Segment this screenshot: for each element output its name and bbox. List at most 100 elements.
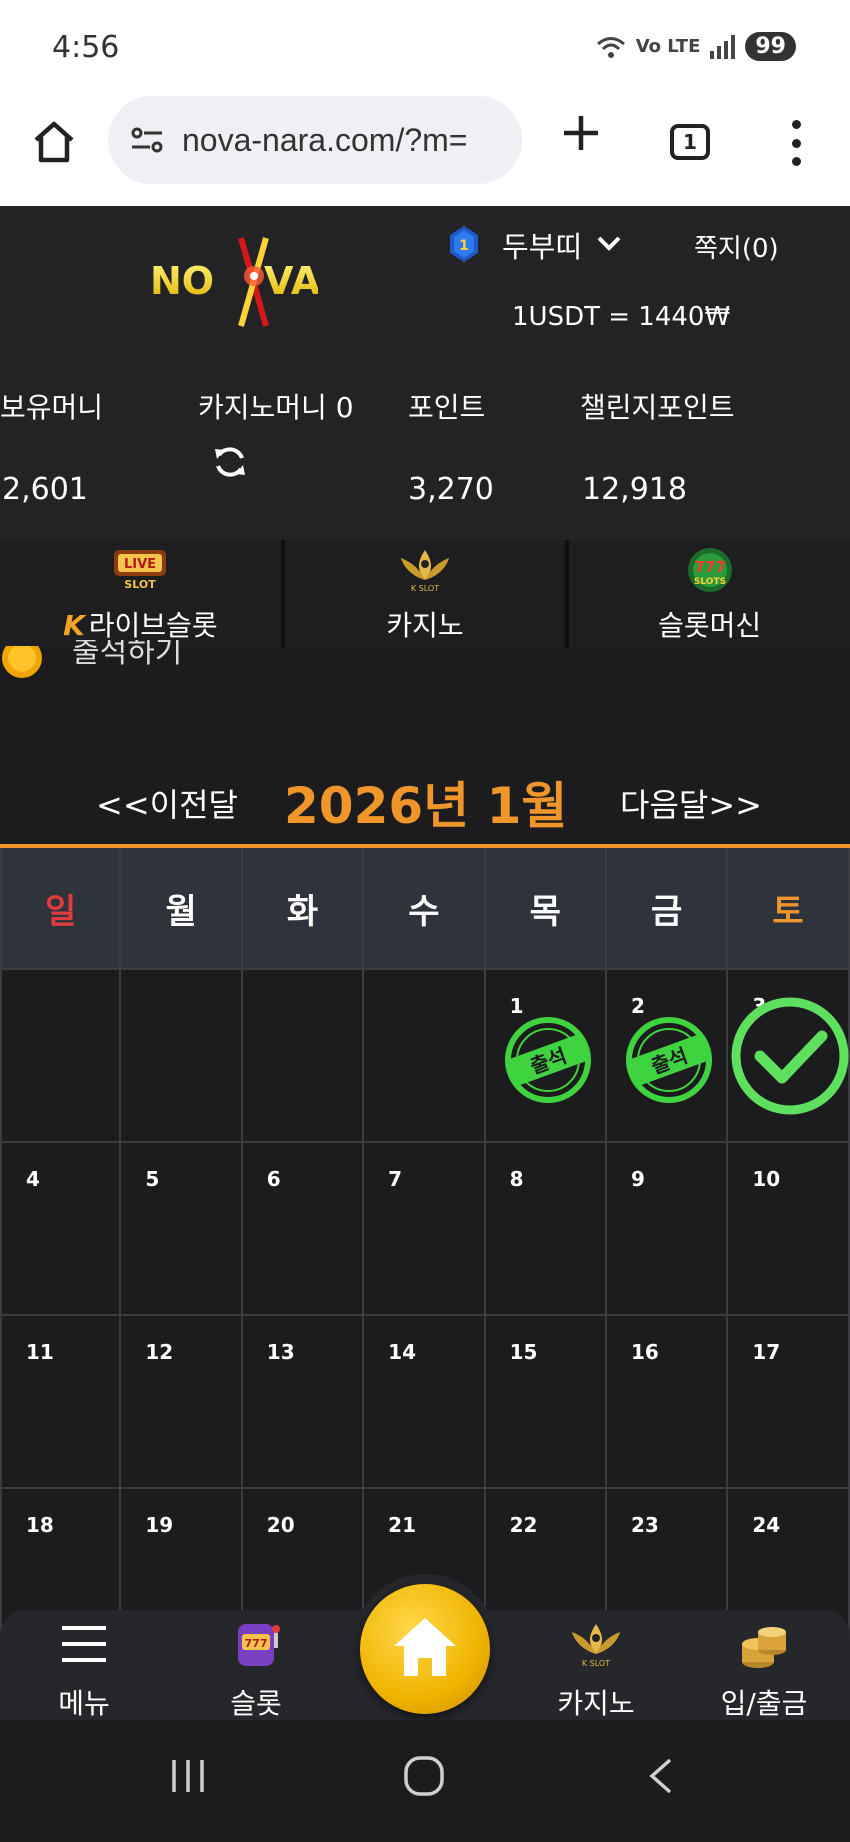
next-month-button[interactable]: 다음달>> — [620, 780, 762, 826]
svg-text:K SLOT: K SLOT — [582, 1659, 610, 1668]
weekday-label: 월 — [121, 848, 243, 970]
casino-money-label: 카지노머니 0 — [198, 391, 354, 424]
svg-text:VA: VA — [264, 259, 318, 303]
new-tab-icon[interactable] — [558, 110, 604, 156]
svg-text:출석: 출석 — [648, 1043, 691, 1078]
home-icon — [394, 1618, 456, 1676]
attendance-title: 출석하기 — [72, 640, 183, 670]
recent-apps-icon[interactable] — [168, 1758, 208, 1794]
messages-link[interactable]: 쪽지(0) — [694, 228, 779, 265]
calendar-day-empty — [242, 970, 365, 1143]
attendance-coin-icon — [2, 646, 42, 678]
svg-text:K SLOT: K SLOT — [411, 584, 439, 593]
svg-text:1: 1 — [459, 238, 469, 254]
calendar-day[interactable]: 1 출석 — [485, 970, 607, 1143]
weekday-label: 수 — [364, 848, 486, 970]
tab-slot-machine[interactable]: 777 SLOTS 슬롯머신 — [569, 540, 850, 648]
weekday-label: 금 — [606, 848, 729, 970]
calendar-day-today[interactable]: 3 — [728, 970, 850, 1143]
nav-label: 메뉴 — [58, 1687, 110, 1720]
k-slot-icon: K SLOT — [572, 1624, 620, 1668]
signal-icon — [710, 34, 736, 59]
calendar-day[interactable]: 17 — [728, 1316, 850, 1489]
back-icon[interactable] — [646, 1756, 676, 1796]
refresh-icon[interactable] — [212, 444, 248, 480]
day-number: 13 — [266, 1340, 295, 1364]
calendar-day[interactable]: 7 — [364, 1143, 486, 1316]
weekday-label: 일 — [0, 848, 122, 970]
weekday-label: 목 — [485, 848, 607, 970]
day-number: 7 — [388, 1167, 403, 1191]
day-number: 8 — [509, 1167, 524, 1191]
nav-casino[interactable]: K SLOT 카지노 — [536, 1620, 656, 1722]
calendar-day[interactable]: 14 — [364, 1316, 486, 1489]
chevron-down-icon[interactable] — [596, 234, 622, 252]
day-number: 16 — [630, 1340, 659, 1364]
attendance-calendar: 일 월 화 수 목 금 토 1 출석 2 출석 3 4 5 6 7 8 9 10… — [0, 848, 850, 1662]
day-number: 6 — [266, 1167, 281, 1191]
prev-month-button[interactable]: <<이전달 — [96, 780, 238, 826]
day-number: 22 — [509, 1513, 538, 1537]
battery-icon: 99 — [745, 32, 796, 61]
browser-toolbar: nova-nara.com/?m= 1 — [0, 96, 850, 206]
username[interactable]: 두부띠 — [502, 224, 582, 266]
nova-logo[interactable]: NO VA — [146, 236, 318, 330]
calendar-day[interactable]: 6 — [242, 1143, 365, 1316]
nav-label: 카지노 — [557, 1687, 635, 1720]
calendar-day-empty — [0, 970, 122, 1143]
more-menu-icon[interactable] — [786, 120, 806, 166]
svg-text:777: 777 — [694, 558, 725, 576]
site-settings-icon[interactable] — [130, 125, 164, 155]
attendance-stamp-icon: 출석 — [625, 1017, 712, 1103]
slot-machine-icon: 777 — [238, 1624, 280, 1666]
system-navigation-bar — [0, 1720, 850, 1842]
tab-live-slot[interactable]: LIVE SLOT K 라이브슬롯 — [0, 540, 281, 648]
balance-label: 보유머니 — [0, 391, 104, 424]
calendar-day[interactable]: 12 — [121, 1316, 243, 1489]
tab-label: K 라이브슬롯 — [63, 609, 218, 642]
svg-text:NO: NO — [150, 259, 214, 303]
calendar-week: 1 출석 2 출석 3 — [0, 970, 850, 1143]
status-icons: Vo LTE 99 — [596, 32, 796, 61]
svg-text:LIVE: LIVE — [124, 557, 156, 572]
tab-casino[interactable]: K SLOT 카지노 — [284, 540, 566, 648]
day-number: 14 — [388, 1340, 417, 1364]
home-button[interactable] — [360, 1584, 490, 1714]
month-navigation: <<이전달 2026년 1월 다음달>> — [0, 760, 850, 840]
calendar-day[interactable]: 15 — [485, 1316, 607, 1489]
calendar-day[interactable]: 4 — [0, 1143, 122, 1316]
tab-switcher-button[interactable]: 1 — [670, 124, 710, 160]
network-label: Vo LTE — [635, 36, 701, 57]
nav-slot[interactable]: 777 슬롯 — [196, 1620, 316, 1722]
calendar-day-empty — [121, 970, 243, 1143]
tab-label: 카지노 — [386, 609, 464, 642]
calendar-day[interactable]: 16 — [606, 1316, 729, 1489]
day-number: 18 — [26, 1513, 54, 1537]
calendar-day[interactable]: 2 출석 — [606, 970, 729, 1143]
coin-stack-icon — [742, 1627, 786, 1668]
svg-text:777: 777 — [245, 1637, 268, 1650]
calendar-day[interactable]: 9 — [606, 1143, 729, 1316]
day-number: 21 — [388, 1513, 417, 1537]
challenge-points-value: 12,918 — [582, 472, 687, 507]
status-time: 4:56 — [52, 30, 120, 65]
nav-label: 입/출금 — [720, 1687, 808, 1720]
calendar-day[interactable]: 11 — [0, 1316, 122, 1489]
address-bar[interactable]: nova-nara.com/?m= — [108, 96, 522, 184]
calendar-day[interactable]: 13 — [242, 1316, 365, 1489]
calendar-day[interactable]: 5 — [121, 1143, 243, 1316]
page: 4:56 Vo LTE 99 nova-nara.com/?m= 1 NO VA… — [0, 0, 850, 1842]
nav-menu[interactable]: 메뉴 — [24, 1620, 144, 1722]
nav-deposit-withdraw[interactable]: 입/출금 — [704, 1620, 824, 1722]
calendar-day[interactable]: 8 — [485, 1143, 607, 1316]
browser-home-icon[interactable] — [30, 118, 78, 166]
site-header: NO VA 1 두부띠 쪽지(0) 1USDT = 1440₩ 보유머니 2,6… — [0, 206, 850, 540]
day-number: 10 — [752, 1167, 781, 1191]
calendar-week: 4 5 6 7 8 9 10 — [0, 1143, 850, 1316]
attendance-stamp-icon: 출석 — [504, 1017, 591, 1103]
calendar-day[interactable]: 10 — [728, 1143, 850, 1316]
day-number: 11 — [26, 1340, 54, 1364]
system-home-icon[interactable] — [402, 1754, 446, 1798]
points-label: 포인트 — [408, 391, 486, 424]
month-title: 2026년 1월 — [284, 777, 568, 835]
